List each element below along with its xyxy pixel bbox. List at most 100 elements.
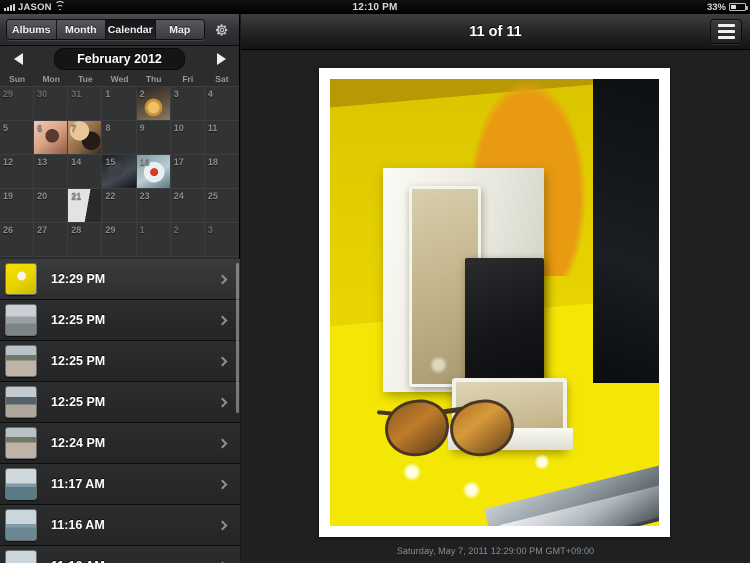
calendar-day-number: 10 <box>173 123 184 133</box>
photo-list-item[interactable]: 12:24 PM <box>0 423 240 464</box>
weekday-label: Sun <box>9 74 26 84</box>
photo-list-time-label: 11:17 AM <box>51 477 105 491</box>
photo-counter-title: 11 of 11 <box>469 23 522 40</box>
calendar-day-cell[interactable]: 19 <box>0 189 35 223</box>
previous-month-button[interactable] <box>4 50 32 68</box>
weekday-label: Thu <box>145 74 162 84</box>
calendar-day-cell[interactable]: 30 <box>34 87 69 121</box>
photo-list-time-label: 12:25 PM <box>51 395 106 409</box>
calendar-day-number: 13 <box>37 157 48 167</box>
chevron-right-icon <box>217 438 228 448</box>
photo-image[interactable] <box>330 79 659 526</box>
calendar-day-cell[interactable]: 6 <box>34 121 69 155</box>
left-toolbar: Albums Month Calendar Map <box>0 14 239 46</box>
calendar-day-cell[interactable]: 1 <box>102 87 137 121</box>
calendar-day-cell[interactable]: 3 <box>204 223 239 257</box>
triangle-right-icon <box>216 53 226 65</box>
calendar-day-cell[interactable]: 26 <box>0 223 35 257</box>
photo-stage[interactable]: Saturday, May 7, 2011 12:29:00 PM GMT+09… <box>241 50 750 563</box>
weekday-label: Wed <box>110 74 129 84</box>
calendar-month-header: February 2012 <box>0 46 239 72</box>
menu-button[interactable] <box>710 19 742 44</box>
calendar-day-cell[interactable]: 25 <box>204 189 239 223</box>
calendar-day-cell[interactable]: 11 <box>204 121 239 155</box>
calendar-day-cell[interactable]: 24 <box>170 189 205 223</box>
main-photo-area: 11 of 11 Saturday, May 7, 2011 12:29:00 … <box>241 14 750 563</box>
calendar-day-number: 4 <box>207 89 213 99</box>
weekday-label: Fri <box>182 74 194 84</box>
calendar-day-cell[interactable]: 29 <box>0 87 35 121</box>
calendar-day-cell[interactable]: 4 <box>204 87 239 121</box>
chevron-right-icon <box>217 315 228 325</box>
calendar-day-number: 18 <box>207 157 218 167</box>
view-mode-segmented-control[interactable]: Albums Month Calendar Map <box>6 19 205 40</box>
chevron-right-icon <box>217 397 228 407</box>
calendar-day-cell[interactable]: 18 <box>204 155 239 189</box>
photo-list-thumbnail <box>5 550 37 563</box>
calendar-day-number: 15 <box>105 157 116 167</box>
calendar-day-cell[interactable]: 15 <box>102 155 137 189</box>
calendar-day-number: 11 <box>207 123 218 133</box>
calendar-day-cell[interactable]: 2 <box>136 87 171 121</box>
photo-list-time-label: 12:29 PM <box>51 272 106 286</box>
calendar-day-cell[interactable]: 29 <box>102 223 137 257</box>
ipad-photo-app: JASON 12:10 PM 33% Albums Month Calendar… <box>0 0 750 563</box>
calendar-day-cell[interactable]: 20 <box>34 189 69 223</box>
calendar-day-cell[interactable]: 2 <box>170 223 205 257</box>
chevron-right-icon <box>217 520 228 530</box>
photo-time-list[interactable]: 12:29 PM 12:25 PM 12:25 PM 12:25 PM 12:24 PM… <box>0 259 240 563</box>
calendar-day-cell[interactable]: 16 <box>136 155 171 189</box>
calendar-day-cell[interactable]: 22 <box>102 189 137 223</box>
calendar-day-number: 28 <box>71 225 82 235</box>
calendar-day-cell[interactable]: 8 <box>102 121 137 155</box>
calendar-day-number: 29 <box>3 89 14 99</box>
segment-map[interactable]: Map <box>155 20 204 39</box>
photo-list-time-label: 12:25 PM <box>51 313 106 327</box>
calendar-day-cell[interactable]: 3 <box>170 87 205 121</box>
hamburger-menu-icon <box>717 30 735 33</box>
calendar-day-cell[interactable]: 14 <box>68 155 103 189</box>
list-scrollbar[interactable] <box>236 263 239 413</box>
photo-caption: Saturday, May 7, 2011 12:29:00 PM GMT+09… <box>396 546 595 556</box>
photo-list-time-label: 11:16 AM <box>51 518 105 532</box>
calendar-day-cell[interactable]: 28 <box>68 223 103 257</box>
photo-list-item[interactable]: 12:29 PM <box>0 259 240 300</box>
photo-list-thumbnail <box>5 509 37 541</box>
calendar-day-cell[interactable]: 5 <box>0 121 35 155</box>
segment-albums[interactable]: Albums <box>7 20 57 39</box>
segment-calendar[interactable]: Calendar <box>106 20 156 39</box>
calendar-day-cell[interactable]: 17 <box>170 155 205 189</box>
calendar-day-cell[interactable]: 31 <box>68 87 103 121</box>
photo-list-item[interactable]: 12:25 PM <box>0 341 240 382</box>
calendar-day-number: 16 <box>139 157 150 167</box>
photo-list-item[interactable]: 12:25 PM <box>0 382 240 423</box>
calendar-day-cell[interactable]: 13 <box>34 155 69 189</box>
calendar-day-number: 9 <box>139 123 145 133</box>
photo-list-item[interactable]: 12:25 PM <box>0 300 240 341</box>
photo-list-item[interactable]: 11:17 AM <box>0 464 240 505</box>
weekday-header-row: Sun Mon Tue Wed Thu Fri Sat <box>0 72 239 86</box>
calendar-day-cell[interactable]: 21 <box>68 189 103 223</box>
settings-button[interactable] <box>211 19 233 41</box>
calendar-day-cell[interactable]: 9 <box>136 121 171 155</box>
calendar-day-cell[interactable]: 1 <box>136 223 171 257</box>
calendar-grid: 29 30 31 1 2 3 4 5 6 7 8 9 10 11 12 13 14 15 16 17 18 19 20 21 2… <box>0 86 239 257</box>
segment-month[interactable]: Month <box>56 20 106 39</box>
photo-list-item[interactable]: 11:16 AM <box>0 505 240 546</box>
calendar-day-cell[interactable]: 27 <box>34 223 69 257</box>
photo-list-thumbnail <box>5 263 37 295</box>
calendar-day-number: 7 <box>71 123 77 133</box>
calendar-day-number: 30 <box>37 89 48 99</box>
calendar-day-number: 1 <box>139 225 145 235</box>
photo-list-item[interactable]: 11:16 AM <box>0 546 240 563</box>
chevron-right-icon <box>217 479 228 489</box>
status-bar-clock: 12:10 PM <box>352 1 398 13</box>
calendar-day-cell[interactable]: 23 <box>136 189 171 223</box>
photo-frame[interactable] <box>319 68 670 537</box>
next-month-button[interactable] <box>207 50 235 68</box>
calendar-day-cell[interactable]: 10 <box>170 121 205 155</box>
calendar-day-cell[interactable]: 7 <box>68 121 103 155</box>
weekday-label: Mon <box>42 74 60 84</box>
calendar-day-cell[interactable]: 12 <box>0 155 35 189</box>
calendar-day-number: 24 <box>173 191 184 201</box>
